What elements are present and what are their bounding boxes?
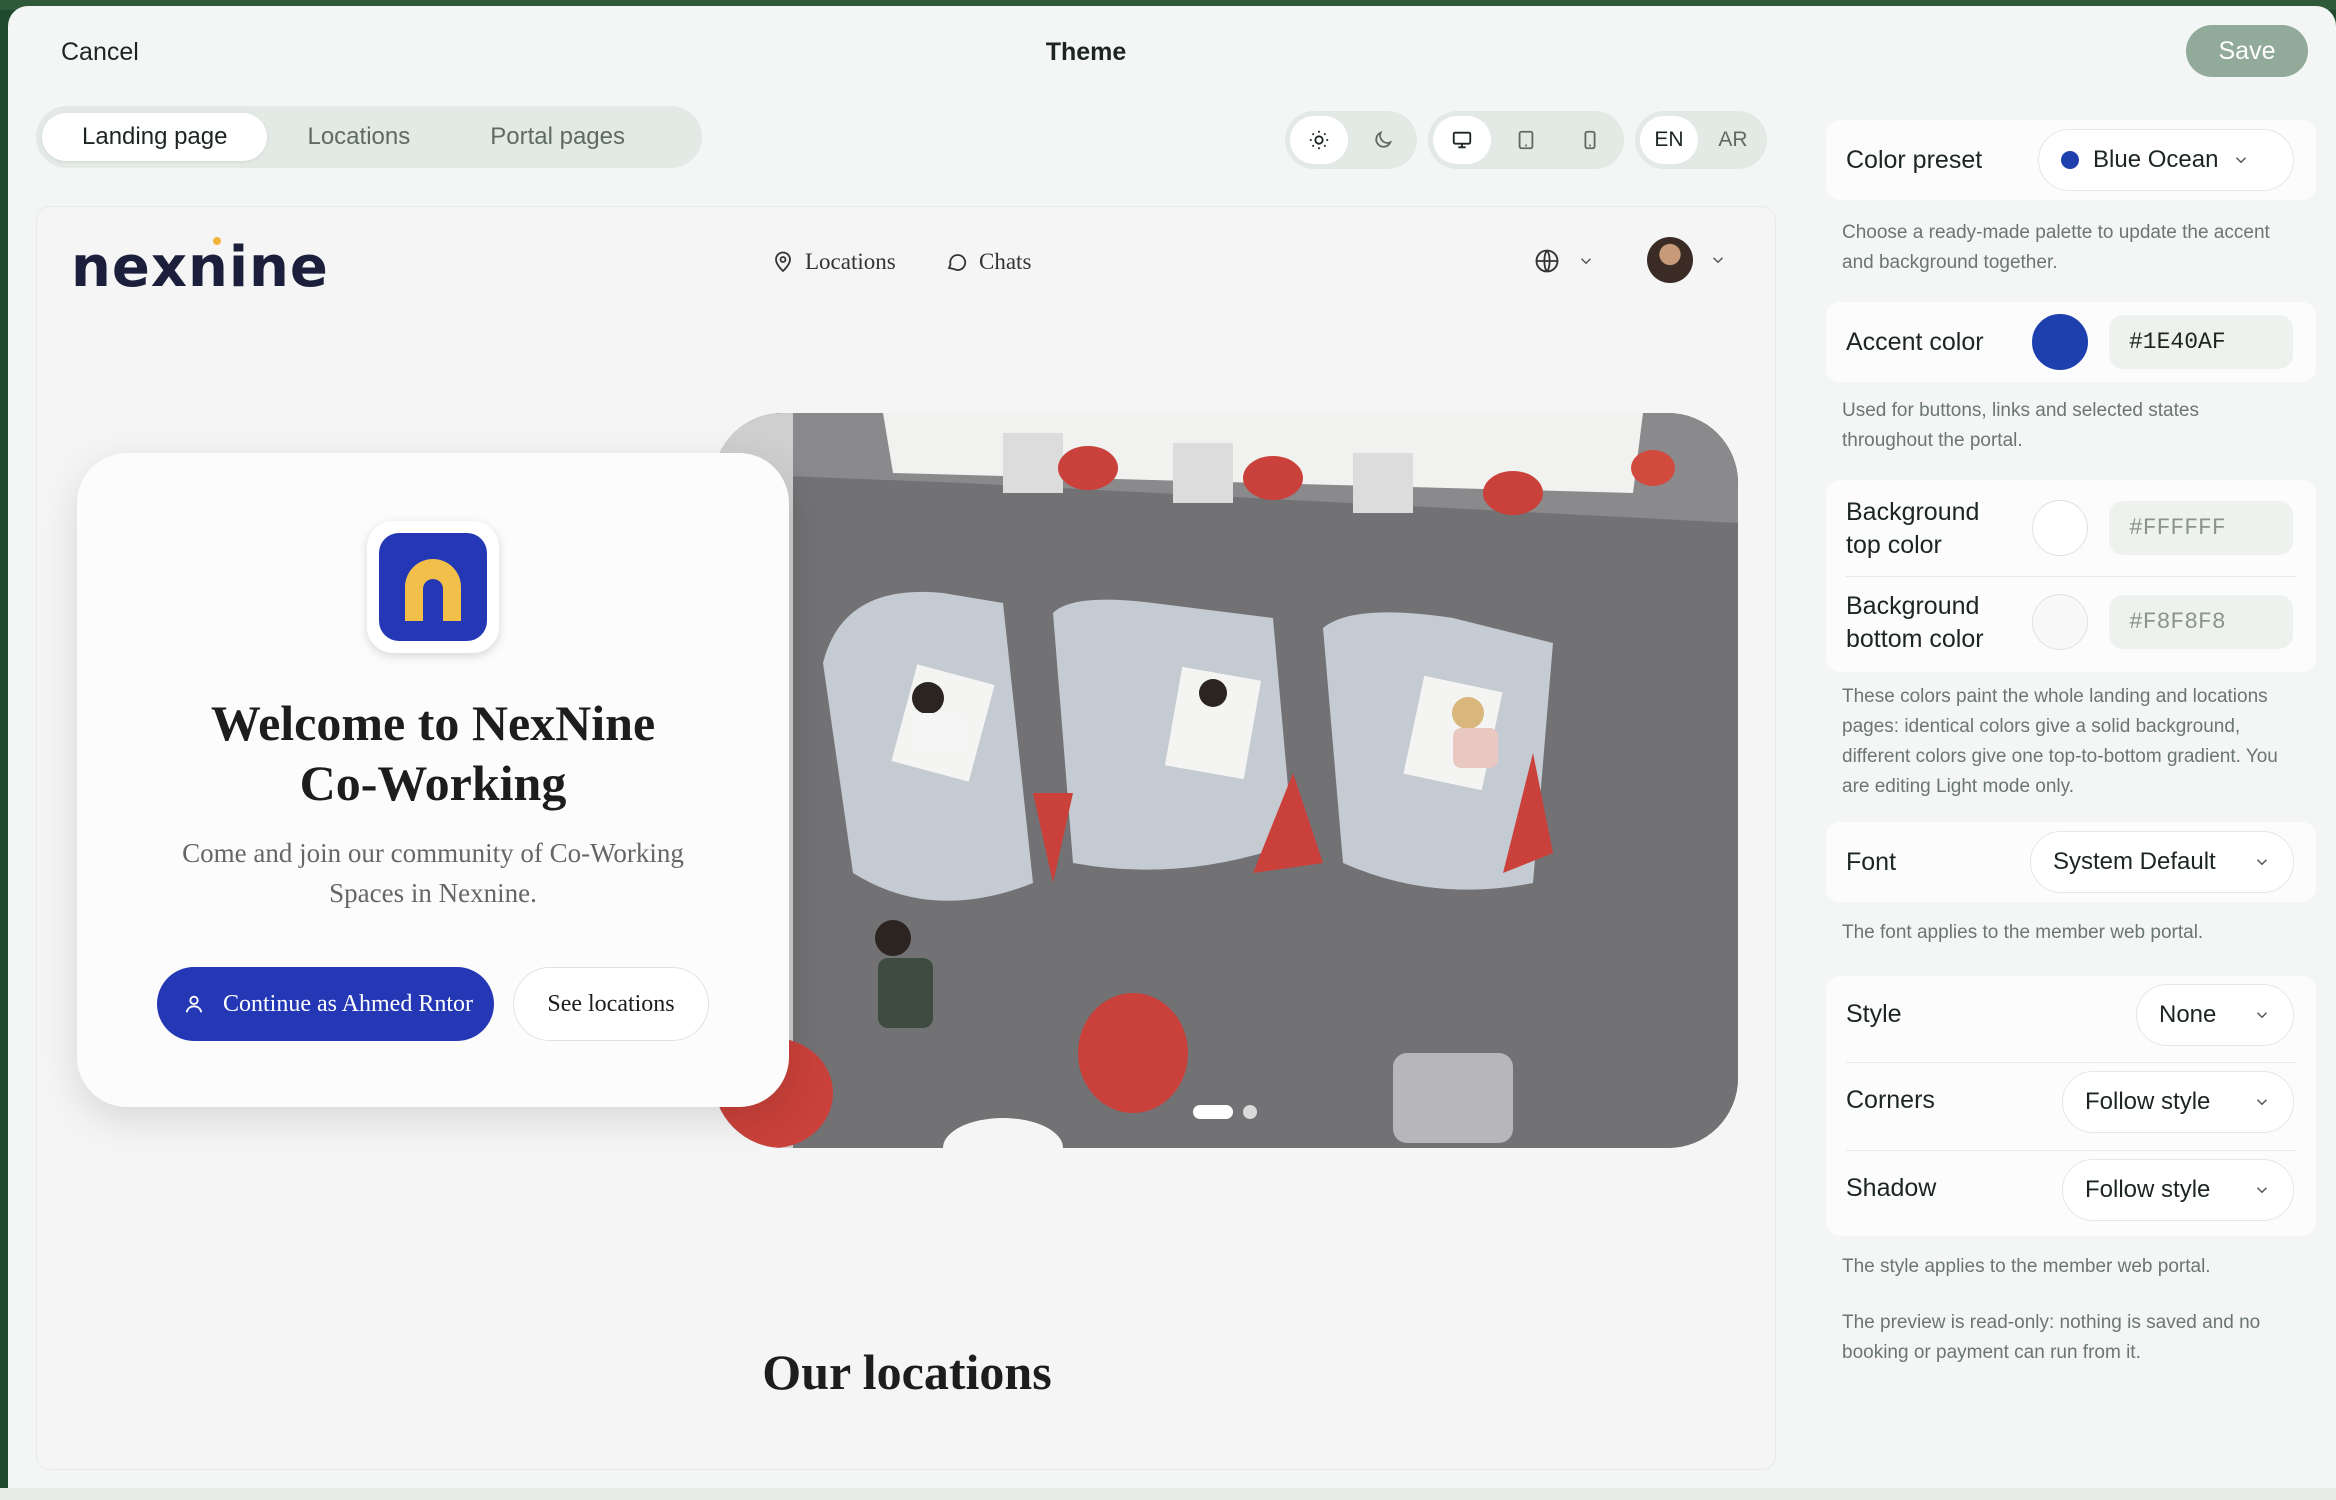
font-value: System Default: [2053, 848, 2216, 875]
style-label: Style: [1846, 1000, 1902, 1028]
background-bottom-swatch[interactable]: [2032, 594, 2088, 650]
tab-landing-page[interactable]: Landing page: [42, 113, 268, 161]
background-colors-card: Background top color #FFFFFF Background …: [1826, 480, 2316, 672]
color-preset-note: Choose a ready-made palette to update th…: [1842, 222, 2270, 273]
user-icon: [185, 995, 203, 1013]
style-note: The style applies to the member web port…: [1842, 1256, 2211, 1277]
font-note: The font applies to the member web porta…: [1842, 922, 2204, 943]
lang-ar-button[interactable]: AR: [1704, 116, 1762, 164]
divider: [1846, 576, 2296, 577]
see-locations-button[interactable]: See locations: [513, 967, 709, 1041]
font-card: Font System Default: [1826, 822, 2316, 902]
background-top-label: Background top color: [1846, 498, 1980, 559]
theme-mode-toggle: [1285, 111, 1417, 169]
accent-color-hex-input[interactable]: #1E40AF: [2109, 315, 2293, 369]
welcome-card: Welcome to NexNine Co-Working Come and j…: [77, 453, 789, 1107]
carousel-dot[interactable]: [1243, 1105, 1257, 1119]
readonly-note: The preview is read-only: nothing is sav…: [1842, 1312, 2261, 1363]
nav-chats[interactable]: Chats: [945, 249, 1031, 275]
background-bottom-label: Background bottom color: [1846, 592, 1984, 653]
shadow-value: Follow style: [2085, 1176, 2211, 1203]
lang-en-button[interactable]: EN: [1640, 116, 1698, 164]
landing-preview: nexnine Locations Chats Welcome to NexNi…: [36, 206, 1776, 1470]
page-tabs: Landing page Locations Portal pages: [36, 106, 702, 168]
color-preset-value: Blue Ocean: [2093, 146, 2219, 173]
accent-color-label: Accent color: [1846, 328, 1984, 356]
chat-bubble-icon: [947, 254, 967, 271]
sun-icon[interactable]: [1290, 116, 1348, 164]
section-title: Our locations: [762, 1344, 1052, 1400]
style-dropdown[interactable]: None: [2136, 984, 2294, 1046]
chevron-down-icon: [1580, 258, 1592, 265]
divider: [1846, 1150, 2296, 1151]
theme-modal: Cancel Theme Save Landing page Locations…: [8, 6, 2336, 1488]
background-app-strip-bottom: [0, 1488, 2336, 1500]
user-avatar[interactable]: [1647, 237, 1693, 283]
font-label: Font: [1846, 848, 1897, 876]
corners-dropdown[interactable]: Follow style: [2062, 1071, 2294, 1133]
save-button[interactable]: Save: [2186, 25, 2308, 77]
accent-color-note: Used for buttons, links and selected sta…: [1842, 400, 2199, 451]
tablet-icon[interactable]: [1497, 116, 1555, 164]
mobile-icon[interactable]: [1561, 116, 1619, 164]
hero-subtitle: Come and join our community of Co-Workin…: [182, 838, 684, 908]
background-colors-note: These colors paint the whole landing and…: [1842, 686, 2278, 797]
brand-logo: nexnine: [71, 235, 329, 300]
moon-icon[interactable]: [1354, 116, 1412, 164]
chevron-down-icon: [2256, 859, 2268, 866]
chevron-down-icon: [2256, 1012, 2268, 1019]
globe-icon: [1535, 249, 1559, 273]
nav-locations[interactable]: Locations: [771, 249, 896, 275]
language-selector[interactable]: [1533, 247, 1595, 275]
modal-title: Theme: [1045, 38, 1127, 66]
background-top-hex-input[interactable]: #FFFFFF: [2109, 501, 2293, 555]
color-preset-card: Color preset Blue Ocean: [1826, 120, 2316, 200]
hero-carousel-image: [713, 413, 1738, 1148]
carousel-dots: [1193, 1105, 1257, 1119]
app-icon: [367, 521, 499, 653]
chevron-down-icon: [2236, 157, 2247, 164]
corners-value: Follow style: [2085, 1088, 2211, 1115]
accent-color-card: Accent color #1E40AF: [1826, 302, 2316, 382]
shadow-dropdown[interactable]: Follow style: [2062, 1159, 2294, 1221]
background-bottom-hex-input[interactable]: #F8F8F8: [2109, 595, 2293, 649]
device-toggle: [1428, 111, 1624, 169]
chevron-down-icon: [2256, 1187, 2268, 1194]
map-pin-icon: [775, 251, 791, 273]
desktop-icon[interactable]: [1433, 116, 1491, 164]
language-toggle: EN AR: [1635, 111, 1767, 169]
tab-portal-pages[interactable]: Portal pages: [450, 113, 665, 161]
nav-chats-label: Chats: [979, 249, 1032, 274]
font-dropdown[interactable]: System Default: [2030, 831, 2294, 893]
chevron-down-icon[interactable]: [1709, 251, 1727, 269]
hero-title: Welcome to NexNine Co-Working: [210, 695, 656, 811]
corners-label: Corners: [1846, 1086, 1935, 1114]
tab-locations[interactable]: Locations: [267, 113, 450, 161]
chevron-down-icon: [2256, 1099, 2268, 1106]
continue-button-label: Continue as Ahmed Rntor: [223, 990, 473, 1017]
preset-swatch: [2061, 151, 2079, 169]
divider: [1846, 1062, 2296, 1063]
shadow-label: Shadow: [1846, 1174, 1937, 1202]
continue-as-user-button[interactable]: Continue as Ahmed Rntor: [157, 967, 494, 1041]
color-preset-dropdown[interactable]: Blue Ocean: [2038, 129, 2294, 191]
nav-locations-label: Locations: [805, 249, 896, 274]
carousel-dot-active[interactable]: [1193, 1105, 1233, 1119]
brand-logo-dot: [213, 237, 221, 245]
color-preset-label: Color preset: [1846, 146, 1983, 174]
accent-color-swatch[interactable]: [2032, 314, 2088, 370]
brand-n-icon: [405, 559, 461, 621]
style-card: Style None Corners Follow style Shadow F…: [1826, 976, 2316, 1236]
background-top-swatch[interactable]: [2032, 500, 2088, 556]
style-value: None: [2159, 1001, 2217, 1028]
